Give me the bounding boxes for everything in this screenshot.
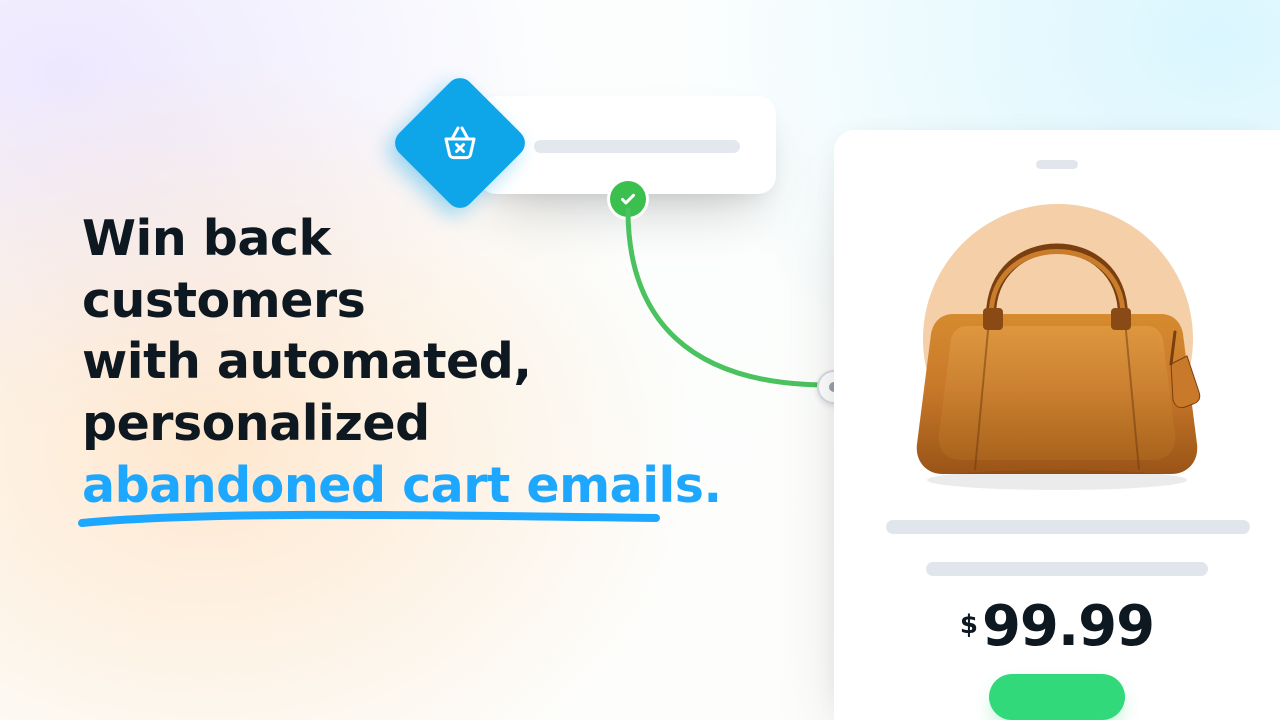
price-amount: 99.99	[982, 594, 1154, 659]
headline-emphasis: abandoned cart emails.	[82, 457, 722, 514]
product-image	[879, 188, 1235, 490]
headline-line-3: with automated,	[82, 333, 531, 390]
placeholder-bar	[534, 140, 740, 153]
card-handle	[1036, 160, 1078, 169]
product-preview-card: $99.99	[834, 130, 1280, 720]
headline-line-1: Win back	[82, 210, 331, 267]
placeholder-line	[926, 562, 1208, 576]
cta-button[interactable]	[989, 674, 1125, 720]
handbag-illustration	[879, 188, 1235, 490]
headline-line-4: personalized	[82, 395, 430, 452]
promo-stage: Win back customers with automated, perso…	[0, 0, 1280, 720]
product-price: $99.99	[834, 594, 1280, 659]
basket-x-icon	[437, 120, 483, 166]
headline-line-2: customers	[82, 272, 365, 329]
trigger-diamond	[389, 72, 530, 213]
currency-symbol: $	[960, 610, 978, 640]
underline-decoration	[78, 510, 660, 532]
placeholder-line	[886, 520, 1250, 534]
